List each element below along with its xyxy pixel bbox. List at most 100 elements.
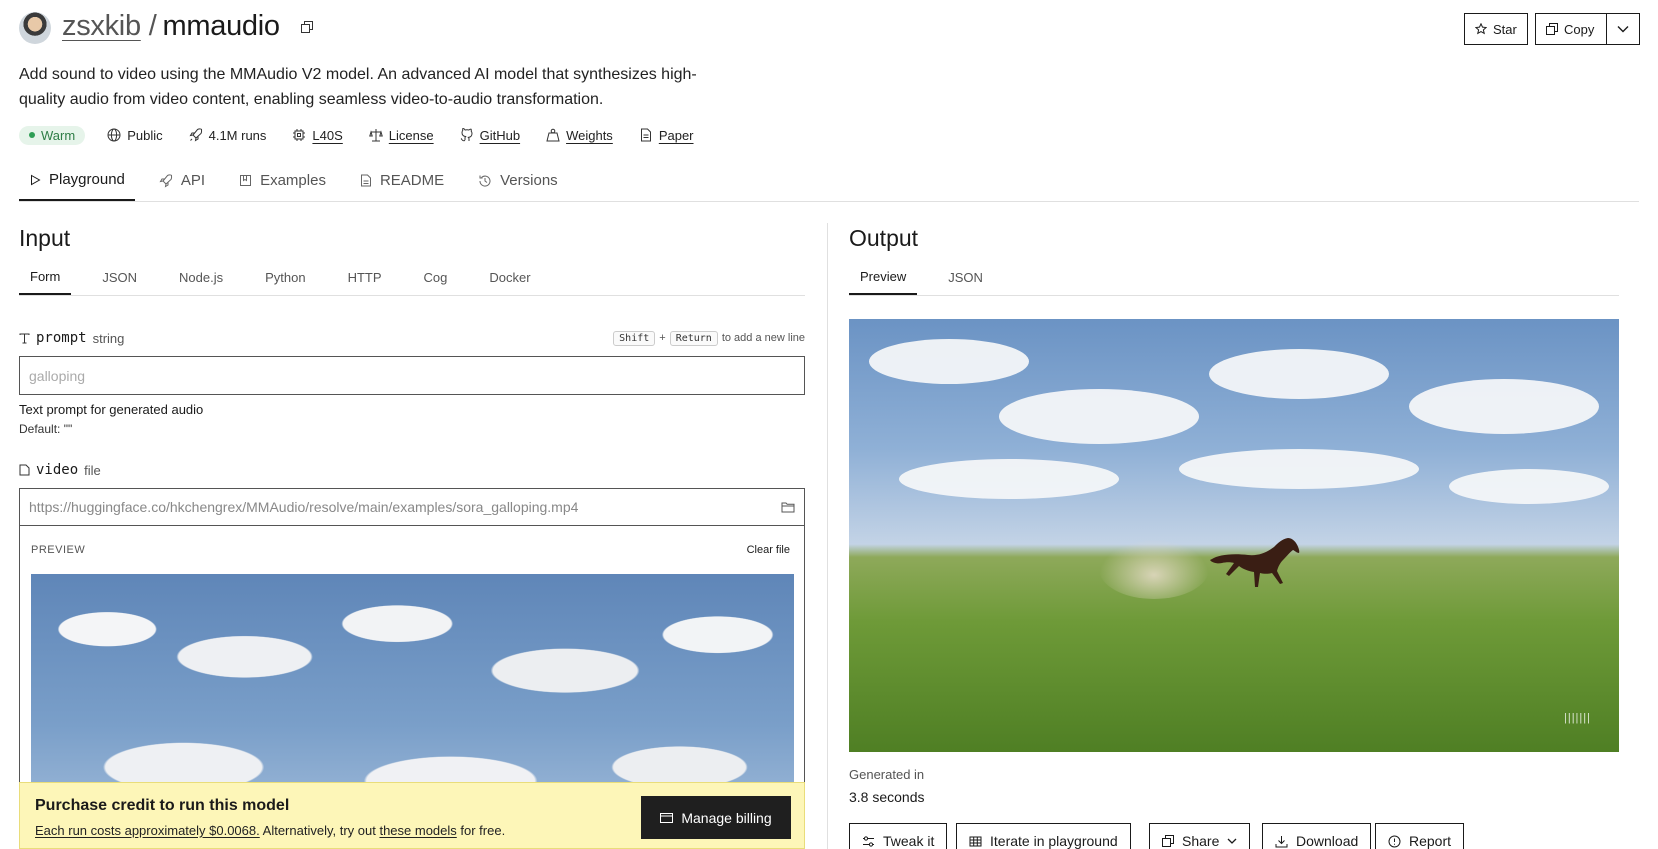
hardware[interactable]: L40S — [292, 128, 343, 143]
weights[interactable]: Weights — [546, 128, 613, 143]
iterate-label: Iterate in playground — [990, 833, 1118, 849]
banner-end: for free. — [456, 823, 506, 838]
tweak-button[interactable]: Tweak it — [849, 823, 948, 849]
download-button[interactable]: Download — [1262, 823, 1372, 849]
video-url-value: https://huggingface.co/hkchengrex/MMAudi… — [29, 499, 579, 515]
models-link[interactable]: these models — [379, 823, 456, 838]
report-button[interactable]: Report — [1375, 823, 1465, 849]
cloud — [1179, 449, 1419, 489]
column-divider — [827, 223, 828, 849]
manage-billing-button[interactable]: Manage billing — [641, 796, 791, 839]
output-tabs: Preview JSON — [849, 260, 1619, 296]
copy-label: Copy — [1564, 21, 1595, 37]
banner-title: Purchase credit to run this model — [35, 797, 290, 814]
shift-key: Shift — [613, 330, 656, 346]
owner-avatar[interactable] — [19, 12, 51, 44]
tweak-label: Tweak it — [883, 833, 935, 849]
share-button[interactable]: Share — [1149, 823, 1251, 849]
tab-versions-label: Versions — [500, 172, 558, 189]
cloud — [869, 339, 1029, 384]
run-count-label: 4.1M runs — [208, 127, 267, 143]
report-label: Report — [1409, 833, 1452, 849]
hardware-link[interactable]: L40S — [312, 128, 342, 143]
tab-examples[interactable]: Examples — [229, 160, 336, 201]
input-tab-nodejs[interactable]: Node.js — [168, 260, 234, 295]
cost-link[interactable]: Each run costs approximately $0.0068. — [35, 823, 260, 838]
github[interactable]: GitHub — [460, 128, 520, 143]
copy-name-icon[interactable] — [301, 21, 314, 34]
tab-playground[interactable]: Playground — [19, 160, 135, 201]
output-tab-preview[interactable]: Preview — [849, 260, 918, 295]
tab-readme[interactable]: README — [350, 160, 454, 201]
tab-playground-label: Playground — [49, 171, 125, 188]
input-tab-json[interactable]: JSON — [91, 260, 148, 295]
history-icon — [479, 175, 491, 187]
cloud — [1449, 469, 1609, 504]
model-name: mmaudio — [162, 10, 280, 42]
title-slash: / — [148, 10, 157, 42]
globe-icon — [107, 128, 121, 142]
folder-icon[interactable] — [781, 501, 795, 513]
horse-figure — [1210, 538, 1300, 587]
tab-api[interactable]: API — [149, 160, 215, 201]
copy-dropdown-button[interactable] — [1606, 13, 1640, 45]
input-tab-python[interactable]: Python — [254, 260, 316, 295]
generated-label: Generated in — [849, 767, 925, 782]
output-video[interactable]: ||||||| — [849, 319, 1619, 752]
alert-circle-icon — [1388, 835, 1401, 847]
model-title: zsxkib / mmaudio — [62, 10, 314, 43]
grid-icon — [969, 836, 982, 846]
video-url-input[interactable]: https://huggingface.co/hkchengrex/MMAudi… — [19, 488, 805, 526]
iterate-button[interactable]: Iterate in playground — [956, 823, 1131, 849]
scale-icon — [368, 129, 383, 142]
clear-file-button[interactable]: Clear file — [747, 544, 790, 556]
tab-versions[interactable]: Versions — [468, 160, 568, 201]
star-button[interactable]: Star — [1464, 13, 1528, 45]
input-tab-cog[interactable]: Cog — [413, 260, 459, 295]
banner-middle: Alternatively, try out — [259, 823, 380, 838]
input-tab-form[interactable]: Form — [19, 260, 72, 295]
download-icon — [1275, 835, 1288, 847]
star-label: Star — [1493, 21, 1517, 37]
status-label: Warm — [41, 127, 76, 143]
owner-link[interactable]: zsxkib — [62, 10, 141, 42]
download-label: Download — [1296, 833, 1359, 849]
paper-link[interactable]: Paper — [659, 128, 694, 143]
cloud — [999, 389, 1199, 444]
document-icon — [360, 174, 371, 187]
hint-plus: + — [659, 332, 666, 344]
copy-button[interactable]: Copy — [1535, 13, 1607, 45]
cloud — [1209, 349, 1389, 399]
model-header: zsxkib / mmaudio Star Copy — [19, 10, 1640, 50]
book-icon — [240, 175, 252, 186]
return-key: Return — [669, 330, 718, 346]
rocket-icon — [159, 173, 173, 188]
prompt-placeholder: galloping — [29, 367, 86, 384]
cloud — [899, 459, 1119, 499]
input-tab-docker[interactable]: Docker — [478, 260, 541, 295]
github-icon — [460, 128, 473, 142]
tab-api-label: API — [180, 172, 206, 189]
banner-text: Each run costs approximately $0.0068. Al… — [35, 823, 505, 838]
prompt-type: string — [92, 330, 125, 346]
video-name: video — [36, 462, 79, 478]
cloud — [1409, 379, 1599, 434]
play-icon — [31, 174, 41, 185]
github-link[interactable]: GitHub — [480, 128, 520, 143]
output-title: Output — [849, 225, 919, 251]
purchase-credit-banner: Purchase credit to run this model Each r… — [19, 782, 805, 849]
paper[interactable]: Paper — [639, 128, 694, 143]
copy-icon — [1546, 23, 1558, 35]
preview-label: PREVIEW — [31, 544, 86, 556]
prompt-help: Text prompt for generated audio — [19, 402, 204, 417]
weights-link[interactable]: Weights — [566, 128, 613, 143]
prompt-label: prompt string Shift + Return to add a ne… — [19, 330, 805, 346]
input-tab-http[interactable]: HTTP — [337, 260, 393, 295]
prompt-input[interactable]: galloping — [19, 356, 805, 395]
output-tab-json[interactable]: JSON — [937, 260, 994, 295]
file-type-icon — [19, 464, 30, 476]
weight-icon — [546, 128, 560, 142]
dust-cloud — [1099, 539, 1209, 599]
license-link[interactable]: License — [389, 128, 434, 143]
license[interactable]: License — [368, 128, 434, 143]
